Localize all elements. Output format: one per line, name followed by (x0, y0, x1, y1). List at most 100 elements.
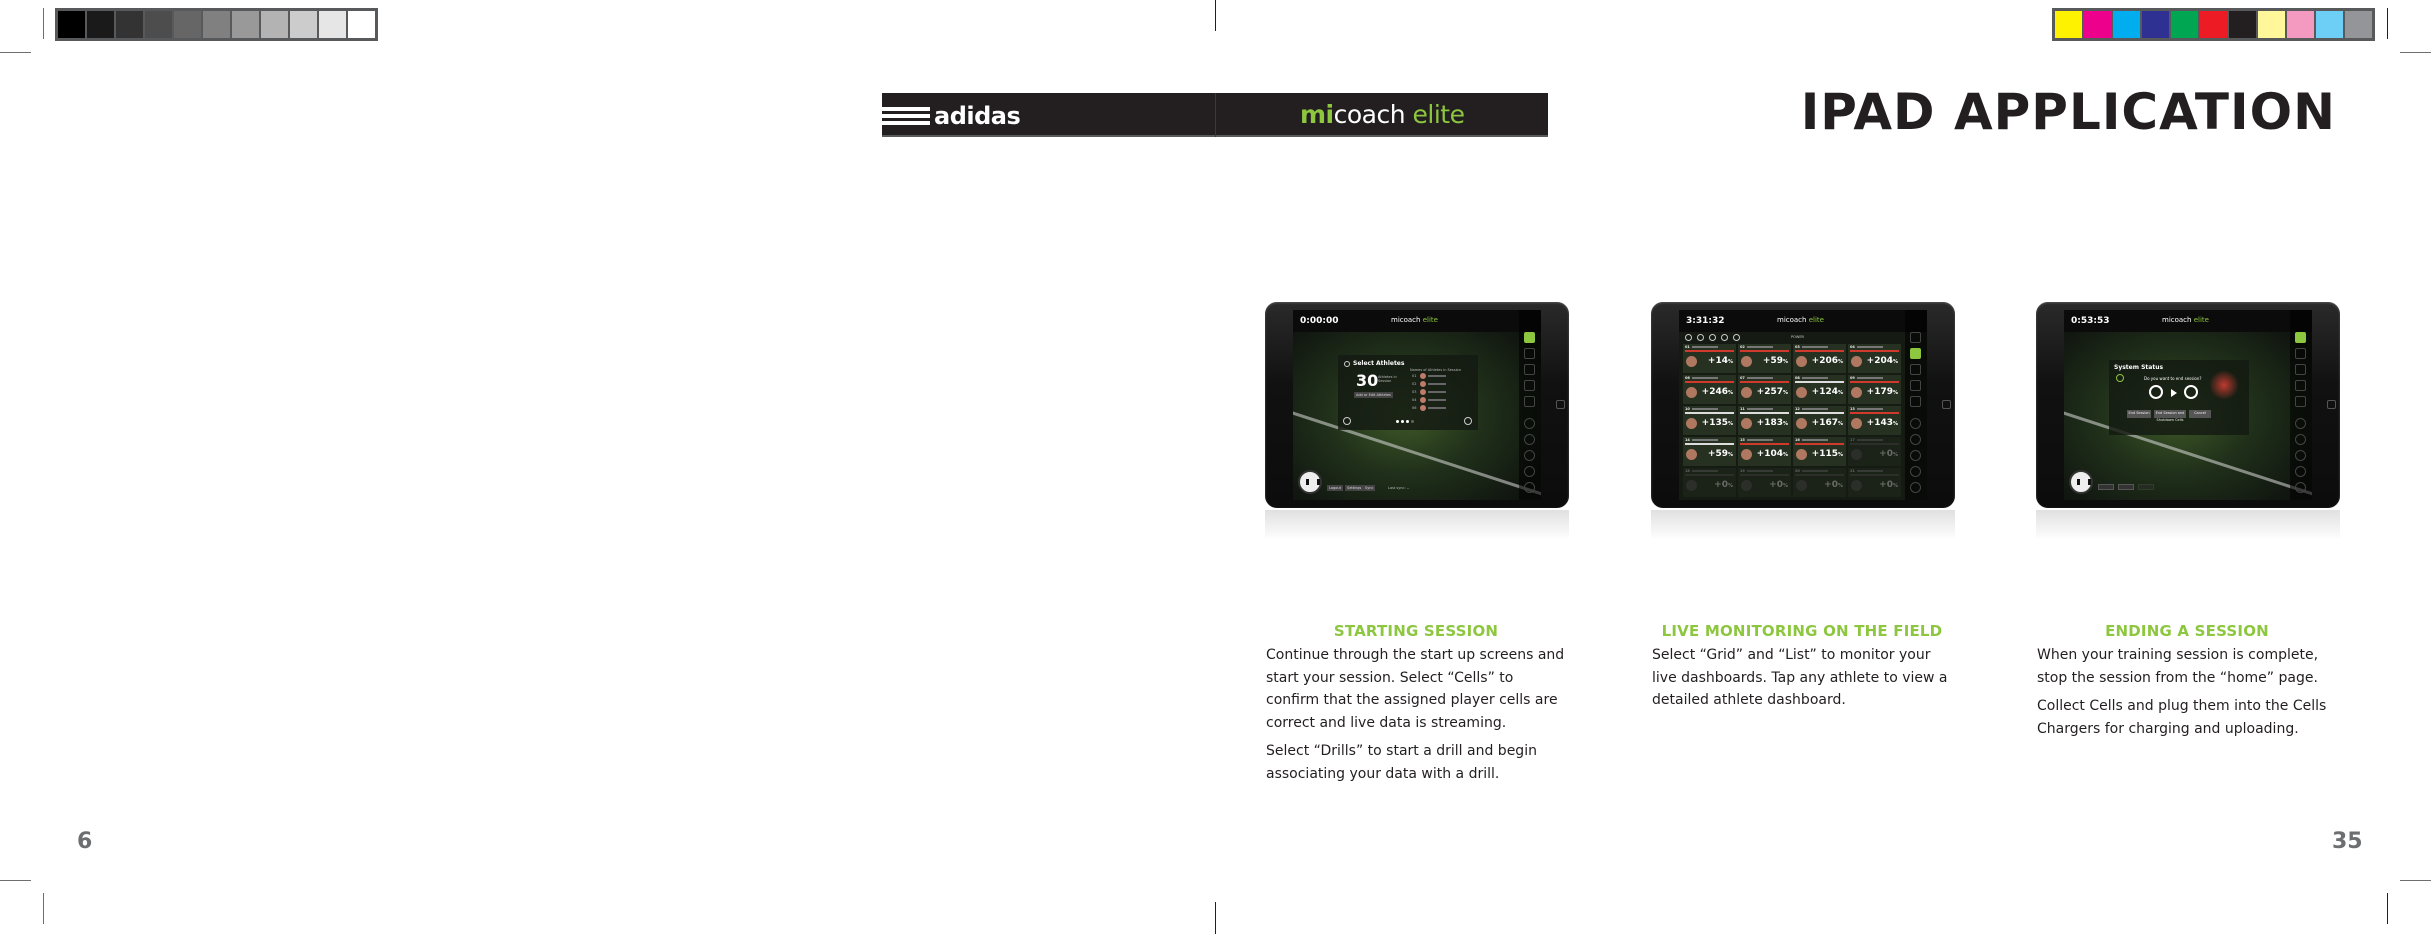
power-bar (1685, 443, 1734, 445)
athlete-cell[interactable]: 07 +257% (1738, 375, 1791, 404)
list-icon[interactable] (1910, 364, 1921, 375)
power-icon[interactable] (1733, 334, 1740, 341)
athlete-cell[interactable]: 01 +14% (1683, 344, 1736, 373)
athlete-cell[interactable]: 06 +246% (1683, 375, 1736, 404)
cells-icon[interactable] (1910, 396, 1921, 407)
athlete-photo (1686, 356, 1697, 367)
athlete-name-placeholder (1428, 383, 1446, 385)
ipad-screen: 3:31:32 micoach elite POWER 01 +14% 02 +59%… (1679, 310, 1927, 500)
athlete-photo (1796, 387, 1807, 398)
power-bar (1850, 412, 1899, 414)
power-percentage: +135% (1701, 418, 1733, 428)
side-nav (1905, 310, 1927, 500)
athlete-count: 30 (1356, 371, 1379, 390)
drills-icon[interactable] (1524, 418, 1535, 429)
session-timer: 0:00:00 (1300, 316, 1339, 326)
end-session-button[interactable]: End Session (2127, 410, 2151, 418)
field-icon[interactable] (2295, 380, 2306, 391)
page-number-right: 35 (2332, 829, 2363, 854)
speed-icon[interactable] (1685, 334, 1692, 341)
athlete-name-placeholder (1428, 391, 1446, 393)
athlete-cell[interactable]: 08 +124% (1793, 375, 1846, 404)
power-percentage: +59% (1707, 449, 1733, 459)
section-paragraph: Continue through the start up screens an… (1266, 647, 1565, 731)
athlete-photo (1741, 418, 1752, 429)
sync-button[interactable]: Sync (1363, 485, 1376, 491)
athlete-cell[interactable]: 02 +59% (1738, 344, 1791, 373)
screen-brand: micoach elite (2162, 316, 2209, 324)
athlete-cell[interactable]: 09 +179% (1848, 375, 1901, 404)
athlete-cell[interactable]: 21 +0% (1848, 468, 1901, 497)
home-icon[interactable] (1524, 332, 1535, 343)
athlete-name (1692, 439, 1718, 441)
logout-button[interactable]: Logout (1327, 485, 1343, 491)
athlete-avatar (1420, 397, 1426, 403)
list-icon[interactable] (2295, 364, 2306, 375)
add-edit-athletes-button[interactable]: Add or Edit Athletes (1354, 392, 1393, 398)
athlete-cell[interactable]: 15 +104% (1738, 437, 1791, 466)
info-icon[interactable] (1910, 482, 1921, 493)
gray-swatch (232, 11, 259, 38)
settings-icon[interactable] (2295, 466, 2306, 477)
athlete-cell[interactable]: 12 +167% (1793, 406, 1846, 435)
target-icon[interactable] (1721, 334, 1728, 341)
settings-button[interactable]: Settings (1345, 485, 1364, 491)
info-icon[interactable] (2295, 482, 2306, 493)
next-button[interactable] (1464, 417, 1472, 425)
heart-icon[interactable] (1697, 334, 1704, 341)
power-percentage: +179% (1866, 387, 1898, 397)
athlete-cell[interactable]: 17 +0% (1848, 437, 1901, 466)
athlete-cell[interactable]: 13 +143% (1848, 406, 1901, 435)
settings-icon[interactable] (1524, 466, 1535, 477)
athlete-cell[interactable]: 04 +204% (1848, 344, 1901, 373)
home-icon[interactable] (1910, 332, 1921, 343)
athlete-cell[interactable]: 16 +115% (1793, 437, 1846, 466)
drills-icon[interactable] (1910, 418, 1921, 429)
ipad-reflection (1651, 510, 1955, 540)
footer-button[interactable] (2098, 484, 2114, 490)
stopwatch-stop-icon (2184, 385, 2198, 399)
athlete-cell[interactable]: 14 +59% (1683, 437, 1736, 466)
cells-icon[interactable] (1524, 396, 1535, 407)
team-icon[interactable] (2295, 450, 2306, 461)
athlete-name (1857, 470, 1883, 472)
power-percentage: +59% (1762, 356, 1788, 366)
field-icon[interactable] (1910, 380, 1921, 391)
athlete-cell[interactable]: 20 +0% (1793, 468, 1846, 497)
gray-swatch (203, 11, 230, 38)
grid-icon[interactable] (1910, 348, 1921, 359)
gauge-icon[interactable] (1709, 334, 1716, 341)
cells-icon[interactable] (2295, 396, 2306, 407)
field-icon[interactable] (1524, 380, 1535, 391)
logo-elite: elite (1405, 100, 1465, 129)
home-icon[interactable] (2295, 332, 2306, 343)
grid-icon[interactable] (1524, 348, 1535, 359)
athlete-cell[interactable]: 18 +0% (1683, 468, 1736, 497)
footer-button[interactable] (2138, 484, 2154, 490)
power-bar (1685, 412, 1734, 414)
athlete-icon[interactable] (1910, 434, 1921, 445)
grid-icon[interactable] (2295, 348, 2306, 359)
athlete-cell[interactable]: 11 +183% (1738, 406, 1791, 435)
ipad-home-button (2327, 400, 2336, 409)
list-icon[interactable] (1524, 364, 1535, 375)
athlete-icon[interactable] (1524, 434, 1535, 445)
end-session-and-shutdown-cells-button[interactable]: End Session and Shutdown Cells (2154, 410, 2186, 422)
settings-icon[interactable] (1910, 466, 1921, 477)
ipad-end-session-screenshot: 0:53:53 micoach elite System Status Do y… (2036, 302, 2340, 540)
athlete-cell[interactable]: 10 +135% (1683, 406, 1736, 435)
athlete-cell[interactable]: 03 +206% (1793, 344, 1846, 373)
team-icon[interactable] (1910, 450, 1921, 461)
athlete-number: 14 (1685, 438, 1690, 442)
drills-icon[interactable] (2295, 418, 2306, 429)
info-icon[interactable] (1524, 482, 1535, 493)
power-percentage: +0% (1824, 480, 1843, 490)
cancel-button[interactable]: Cancel (2189, 410, 2211, 418)
athlete-photo (1741, 387, 1752, 398)
power-percentage: +0% (1879, 449, 1898, 459)
athlete-icon[interactable] (2295, 434, 2306, 445)
footer-button[interactable] (2118, 484, 2134, 490)
previous-button[interactable] (1343, 417, 1351, 425)
team-icon[interactable] (1524, 450, 1535, 461)
athlete-cell[interactable]: 19 +0% (1738, 468, 1791, 497)
